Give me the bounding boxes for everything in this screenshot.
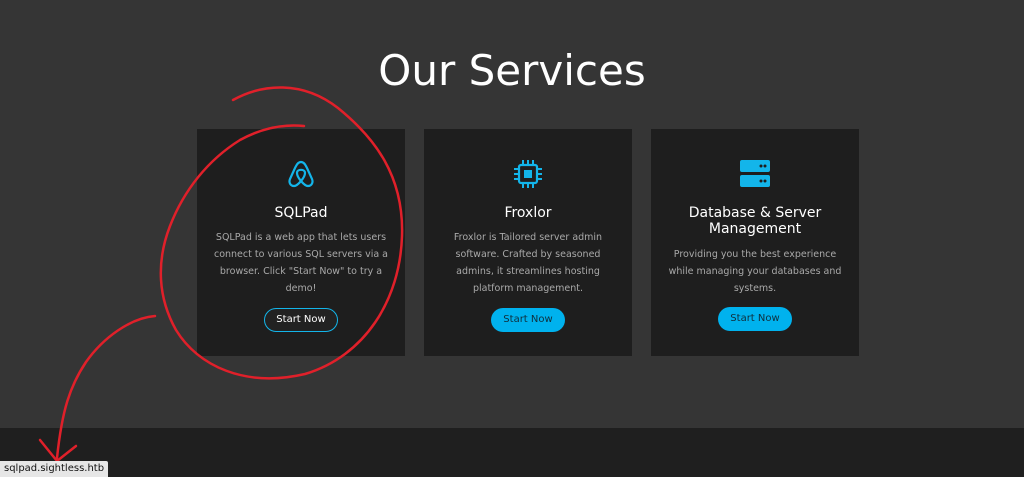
card-title: SQLPad [274, 205, 328, 221]
database-start-now-button[interactable]: Start Now [718, 307, 792, 331]
froxlor-start-now-button[interactable]: Start Now [491, 308, 565, 332]
service-card-froxlor: Froxlor Froxlor is Tailored server admin… [424, 129, 632, 356]
service-card-sqlpad: SQLPad SQLPad is a web app that lets use… [197, 129, 405, 356]
server-icon [651, 157, 859, 191]
page: Our Services SQLPad SQLPad is a web app … [0, 0, 1024, 477]
cpu-chip-icon [424, 157, 632, 191]
sqlpad-start-now-button[interactable]: Start Now [264, 308, 338, 332]
status-bar-url: sqlpad.sightless.htb [0, 461, 109, 477]
airbnb-logo-icon [197, 157, 405, 191]
service-card-database: Database & Server Management Providing y… [651, 129, 859, 356]
card-description: SQLPad is a web app that lets users conn… [213, 232, 389, 294]
card-title: Froxlor [504, 205, 552, 221]
footer-bar [0, 428, 1024, 477]
card-description: Froxlor is Tailored server admin softwar… [453, 232, 603, 294]
section-title: Our Services [378, 46, 646, 95]
card-title: Database & Server Management [688, 205, 822, 237]
card-description: Providing you the best experience while … [668, 249, 842, 294]
